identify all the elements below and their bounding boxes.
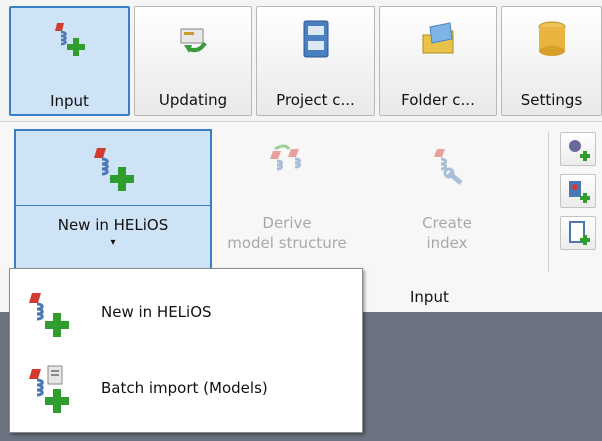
tab-label: Input [50,92,89,110]
new-model-icon [94,148,134,191]
new-in-helios-button[interactable]: New in HELiOS ▾ [14,129,212,273]
create-index-icon [434,149,463,185]
menu-item-label: Batch import (Models) [101,379,268,397]
add-settings-icon [569,140,590,161]
create-index-button: Create index [392,129,502,273]
batch-import-icon [29,365,69,413]
small-action-button-3[interactable] [560,216,596,250]
updating-icon [180,28,207,53]
tab-updating[interactable]: Updating [134,6,252,116]
menu-item-new-in-helios[interactable]: New in HELiOS [10,279,362,349]
derive-structure-icon [270,144,301,171]
derive-label-line1: Derive [262,214,312,232]
derive-label-line2: model structure [227,234,347,252]
add-users-icon [569,181,590,203]
small-action-button-2[interactable] [560,174,596,208]
split-divider [16,205,210,206]
tab-label: Folder c... [401,91,475,109]
tab-label: Project c... [276,91,355,109]
ribbon-separator [548,132,549,272]
tab-settings[interactable]: Settings [501,6,602,116]
create-index-label-line1: Create [422,214,472,232]
module-tab-bar: Input Updating Project c... Folder c... [0,0,602,121]
new-in-helios-dropdown-menu: New in HELiOS Batch import (Models) [9,268,363,433]
settings-database-icon [538,21,565,56]
new-model-icon [29,293,69,337]
tab-label: Settings [520,91,583,109]
project-cabinet-icon [303,20,328,58]
tab-project-cabinet[interactable]: Project c... [256,6,375,116]
small-action-button-1[interactable] [560,132,596,166]
menu-item-label: New in HELiOS [101,303,212,321]
tab-input[interactable]: Input [9,6,130,116]
ribbon-group-label: Input [410,288,449,306]
folder-icon [422,22,454,54]
derive-model-structure-button: Derive model structure [222,129,352,273]
input-model-icon [54,23,85,56]
add-document-icon [569,221,590,245]
dropdown-arrow-icon[interactable]: ▾ [16,237,210,248]
tab-label: Updating [158,91,228,109]
new-in-helios-label: New in HELiOS [57,216,169,234]
create-index-label-line2: index [426,234,468,252]
tab-folder-cabinet[interactable]: Folder c... [379,6,497,116]
menu-item-batch-import[interactable]: Batch import (Models) [10,355,362,425]
